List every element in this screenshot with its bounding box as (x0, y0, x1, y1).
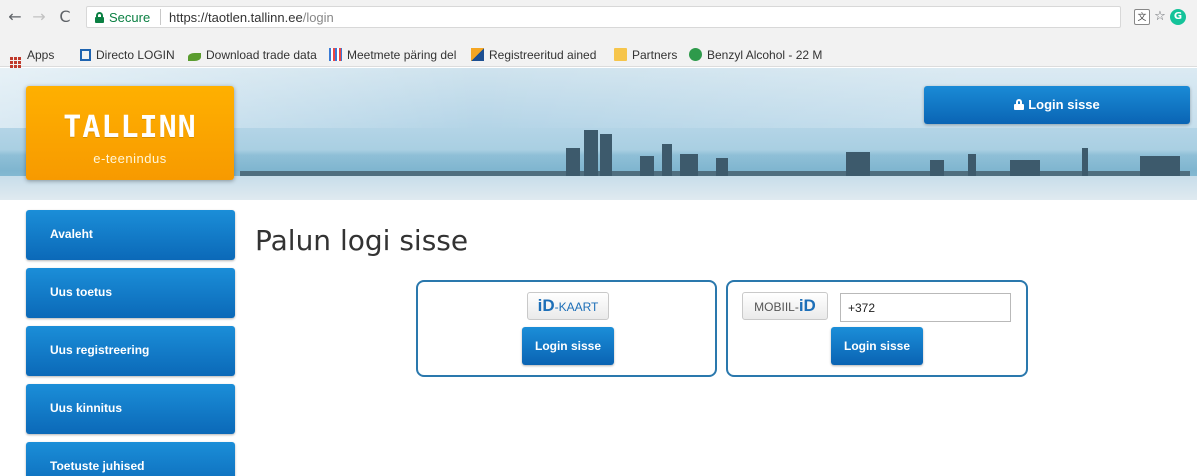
url-text: https://taotlen.tallinn.ee/login (169, 10, 334, 25)
forward-icon[interactable]: → (30, 8, 48, 26)
id-kaart-logo: iD-KAART (527, 292, 609, 320)
mobiil-logo-text: MOBIIL- (754, 300, 799, 314)
mobiil-logo-mark: iD (798, 296, 816, 315)
bookmark-label: Registreeritud ained (489, 48, 597, 62)
translate-icon[interactable]: 文 (1134, 9, 1150, 25)
bookmark-directo[interactable]: Directo LOGIN (80, 47, 175, 63)
arrow-icon (188, 53, 201, 61)
phone-number-input[interactable] (840, 293, 1011, 322)
bookmark-label: Directo LOGIN (96, 48, 175, 62)
header-login-label: Login sisse (1028, 97, 1100, 112)
back-icon[interactable]: ← (6, 8, 24, 26)
sidebar-item-label: Avaleht (50, 227, 93, 241)
url-separator (160, 9, 161, 25)
header-login-button[interactable]: Login sisse (924, 86, 1190, 124)
logo-text: TALLINN (63, 110, 197, 145)
sidebar-item-label: Uus kinnitus (50, 401, 123, 415)
address-bar[interactable]: Secure https://taotlen.tallinn.ee/login (86, 6, 1121, 28)
bookmarks-bar: Apps Directo LOGIN Download trade data M… (0, 42, 1197, 68)
page-title: Palun logi sisse (255, 224, 469, 257)
secure-label: Secure (109, 10, 151, 25)
id-card-login-panel: iD-KAART Login sisse (416, 280, 717, 377)
bookmark-apps[interactable]: Apps (10, 47, 55, 68)
bookmark-partners[interactable]: Partners (614, 47, 677, 63)
sidebar-item-avaleht[interactable]: Avaleht (26, 210, 235, 260)
sidebar-item-label: Toetuste juhised (50, 459, 145, 473)
bookmark-benzyl[interactable]: Benzyl Alcohol - 22 M (689, 47, 822, 63)
bookmark-registreeritud[interactable]: Registreeritud ained (471, 47, 596, 63)
sidebar-item-uus-toetus[interactable]: Uus toetus (26, 268, 235, 318)
bookmark-label: Download trade data (206, 48, 317, 62)
id-logo-text: -KAART (554, 300, 599, 314)
id-card-login-button[interactable]: Login sisse (522, 327, 614, 365)
mobile-id-login-panel: MOBIIL-iD Login sisse (726, 280, 1028, 377)
url-host: https://taotlen.tallinn.ee (169, 10, 303, 25)
folder-icon (614, 48, 627, 61)
bookmark-label: Apps (27, 48, 55, 62)
apps-grid-icon (10, 57, 21, 68)
bookmark-label: Partners (632, 48, 678, 62)
sidebar-item-toetuste-juhised[interactable]: Toetuste juhised (26, 442, 235, 476)
bookmark-trade-data[interactable]: Download trade data (188, 47, 317, 63)
reload-icon[interactable]: C (56, 8, 74, 26)
logo-subtitle: e-teenindus (93, 151, 167, 166)
grammarly-icon[interactable]: G (1170, 9, 1186, 25)
tallinn-logo[interactable]: TALLINN e-teenindus (26, 86, 234, 180)
bookmark-label: Meetmete päring del (347, 48, 457, 62)
sidebar-item-label: Uus toetus (50, 285, 113, 299)
registry-icon (471, 48, 484, 61)
url-path: /login (302, 10, 334, 25)
sidebar-item-uus-kinnitus[interactable]: Uus kinnitus (26, 384, 235, 434)
lock-icon (1014, 99, 1025, 110)
star-icon[interactable]: ☆ (1152, 9, 1168, 25)
bookmark-meetmete[interactable]: Meetmete päring del (329, 47, 456, 63)
id-logo-mark: iD (537, 296, 555, 315)
sidebar-item-uus-registreering[interactable]: Uus registreering (26, 326, 235, 376)
browser-toolbar: ← → C Secure https://taotlen.tallinn.ee/… (0, 0, 1197, 42)
lock-icon (95, 12, 104, 23)
sidebar-item-label: Uus registreering (50, 343, 150, 357)
chart-icon (329, 48, 342, 61)
bookmark-label: Benzyl Alcohol - 22 M (707, 48, 823, 62)
leaf-icon (689, 48, 702, 61)
mobile-id-login-button[interactable]: Login sisse (831, 327, 923, 365)
directo-icon (80, 49, 91, 61)
mobiil-id-logo: MOBIIL-iD (742, 292, 828, 320)
